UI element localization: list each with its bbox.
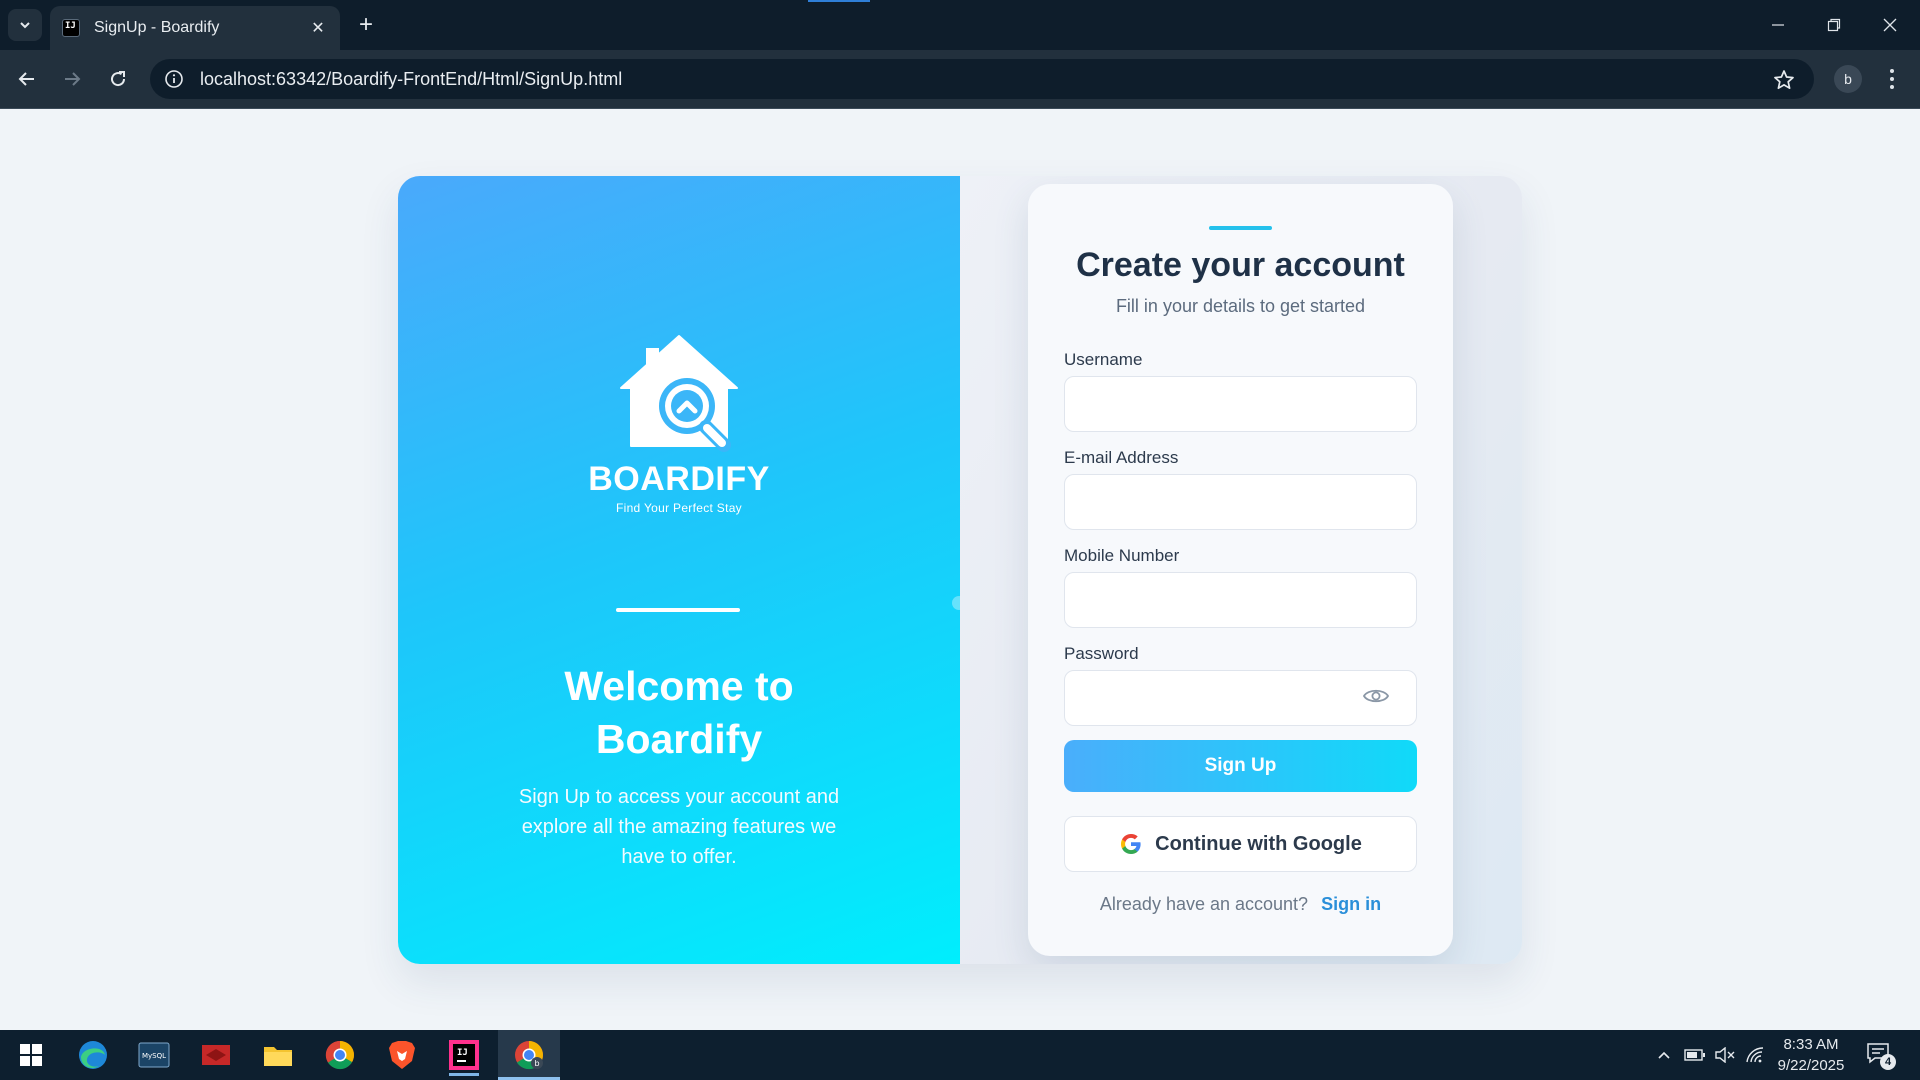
tab-strip-indicator xyxy=(808,0,870,2)
windows-logo-icon xyxy=(20,1044,42,1066)
welcome-divider xyxy=(616,608,740,612)
username-input[interactable] xyxy=(1064,376,1417,432)
folder-icon xyxy=(264,1047,292,1066)
url-text[interactable]: localhost:63342/Boardify-FrontEnd/Html/S… xyxy=(200,69,622,90)
tab-search-button[interactable] xyxy=(8,9,42,41)
address-bar[interactable]: localhost:63342/Boardify-FrontEnd/Html/S… xyxy=(150,59,1814,99)
browser-toolbar: localhost:63342/Boardify-FrontEnd/Html/S… xyxy=(0,50,1920,108)
chrome-icon xyxy=(325,1040,354,1070)
browser-tab-bar: IJ SignUp - Boardify ✕ + xyxy=(0,0,1920,50)
taskbar-intellij[interactable]: IJ xyxy=(441,1034,487,1076)
svg-text:MySQL: MySQL xyxy=(142,1052,166,1060)
new-tab-button[interactable]: + xyxy=(352,11,380,39)
clock-date: 9/22/2025 xyxy=(1777,1057,1845,1074)
restore-icon xyxy=(1827,18,1841,32)
chevron-up-icon xyxy=(1658,1051,1670,1059)
battery-tray-icon[interactable] xyxy=(1682,1044,1708,1066)
google-button-label: Continue with Google xyxy=(1155,832,1362,855)
tray-overflow-button[interactable] xyxy=(1652,1044,1676,1066)
chrome-profile-icon: b xyxy=(515,1041,543,1070)
signin-row: Already have an account? Sign in xyxy=(1028,894,1453,915)
close-icon xyxy=(1883,18,1897,32)
chevron-down-icon xyxy=(20,22,30,29)
intellij-favicon-icon: IJ xyxy=(62,19,80,37)
taskbar-chrome[interactable] xyxy=(317,1034,363,1076)
back-button[interactable] xyxy=(12,64,42,94)
bookmark-star-icon[interactable] xyxy=(1772,68,1796,92)
site-info-icon[interactable] xyxy=(162,67,186,91)
brand-tagline: Find Your Perfect Stay xyxy=(615,501,742,515)
page-viewport: BOARDIFY Find Your Perfect Stay Welcome … xyxy=(0,109,1920,1030)
taskbar-brave[interactable] xyxy=(379,1034,425,1076)
google-signin-button[interactable]: Continue with Google xyxy=(1064,816,1417,872)
minimize-button[interactable] xyxy=(1760,10,1796,40)
reload-icon xyxy=(111,71,126,87)
restore-button[interactable] xyxy=(1816,10,1852,40)
password-label: Password xyxy=(1064,644,1139,663)
wifi-icon xyxy=(1746,1047,1764,1063)
reload-button[interactable] xyxy=(103,64,133,94)
taskbar-mysql-workbench[interactable]: MySQL xyxy=(131,1034,177,1076)
signup-card: BOARDIFY Find Your Perfect Stay Welcome … xyxy=(398,176,1522,964)
profile-avatar[interactable]: b xyxy=(1834,65,1862,93)
email-label: E-mail Address xyxy=(1064,448,1179,467)
brave-lion-icon xyxy=(389,1041,415,1069)
system-clock[interactable]: 8:33 AM 9/22/2025 xyxy=(1766,1034,1856,1076)
clock-time: 8:33 AM xyxy=(1783,1036,1839,1053)
info-circle-icon xyxy=(165,70,183,88)
taskbar-file-explorer[interactable] xyxy=(255,1034,301,1076)
tab-close-icon[interactable]: ✕ xyxy=(308,18,328,38)
minimize-icon xyxy=(1772,24,1784,26)
volume-muted-icon xyxy=(1715,1047,1735,1063)
email-input[interactable] xyxy=(1064,474,1417,530)
volume-tray-icon[interactable] xyxy=(1712,1044,1738,1066)
svg-text:IJ: IJ xyxy=(457,1048,468,1058)
signup-form: Create your account Fill in your details… xyxy=(1028,184,1453,956)
welcome-heading: Welcome to Boardify xyxy=(564,663,794,762)
mysql-workbench-icon: MySQL xyxy=(138,1042,170,1068)
forward-button[interactable] xyxy=(57,64,87,94)
signin-prompt: Already have an account? xyxy=(1099,894,1309,914)
brand-name: BOARDIFY xyxy=(588,460,770,498)
arrow-left-icon xyxy=(18,72,34,86)
mobile-input[interactable] xyxy=(1064,572,1417,628)
welcome-description: Sign Up to access your account and explo… xyxy=(518,786,840,868)
arrow-right-icon xyxy=(65,72,81,86)
running-indicator xyxy=(449,1073,479,1076)
welcome-panel: BOARDIFY Find Your Perfect Stay Welcome … xyxy=(398,176,966,964)
notification-count-badge: 4 xyxy=(1880,1054,1896,1070)
google-icon xyxy=(1121,834,1141,854)
close-window-button[interactable] xyxy=(1872,10,1908,40)
intellij-icon: IJ xyxy=(449,1040,479,1070)
sign-in-link[interactable]: Sign in xyxy=(1321,894,1381,914)
tab-title: SignUp - Boardify xyxy=(94,19,220,36)
boardify-logo: BOARDIFY Find Your Perfect Stay xyxy=(398,326,960,515)
username-label: Username xyxy=(1064,350,1143,369)
sign-up-button[interactable]: Sign Up xyxy=(1064,740,1417,792)
star-icon xyxy=(1774,70,1794,90)
house-search-icon xyxy=(620,335,738,452)
edge-browser-icon xyxy=(79,1041,107,1069)
eye-icon[interactable] xyxy=(1362,686,1390,706)
form-accent-bar xyxy=(1209,226,1272,230)
windows-taskbar: MySQL IJ b 8:33 AM 9/22/2025 4 xyxy=(0,1030,1920,1080)
browser-tab-signup[interactable]: IJ SignUp - Boardify ✕ xyxy=(50,6,340,50)
browser-menu-icon[interactable] xyxy=(1880,65,1904,93)
battery-icon xyxy=(1684,1049,1705,1061)
taskbar-edge[interactable] xyxy=(70,1034,116,1076)
mobile-label: Mobile Number xyxy=(1064,546,1180,565)
form-title: Create your account xyxy=(1076,246,1405,284)
start-button[interactable] xyxy=(8,1034,54,1076)
taskbar-redis-app[interactable] xyxy=(193,1034,239,1076)
svg-text:b: b xyxy=(534,1059,539,1068)
wifi-tray-icon[interactable] xyxy=(1742,1044,1768,1066)
form-subtitle: Fill in your details to get started xyxy=(1115,296,1366,316)
taskbar-chrome-active[interactable]: b xyxy=(498,1030,560,1080)
red-app-icon xyxy=(202,1045,230,1065)
